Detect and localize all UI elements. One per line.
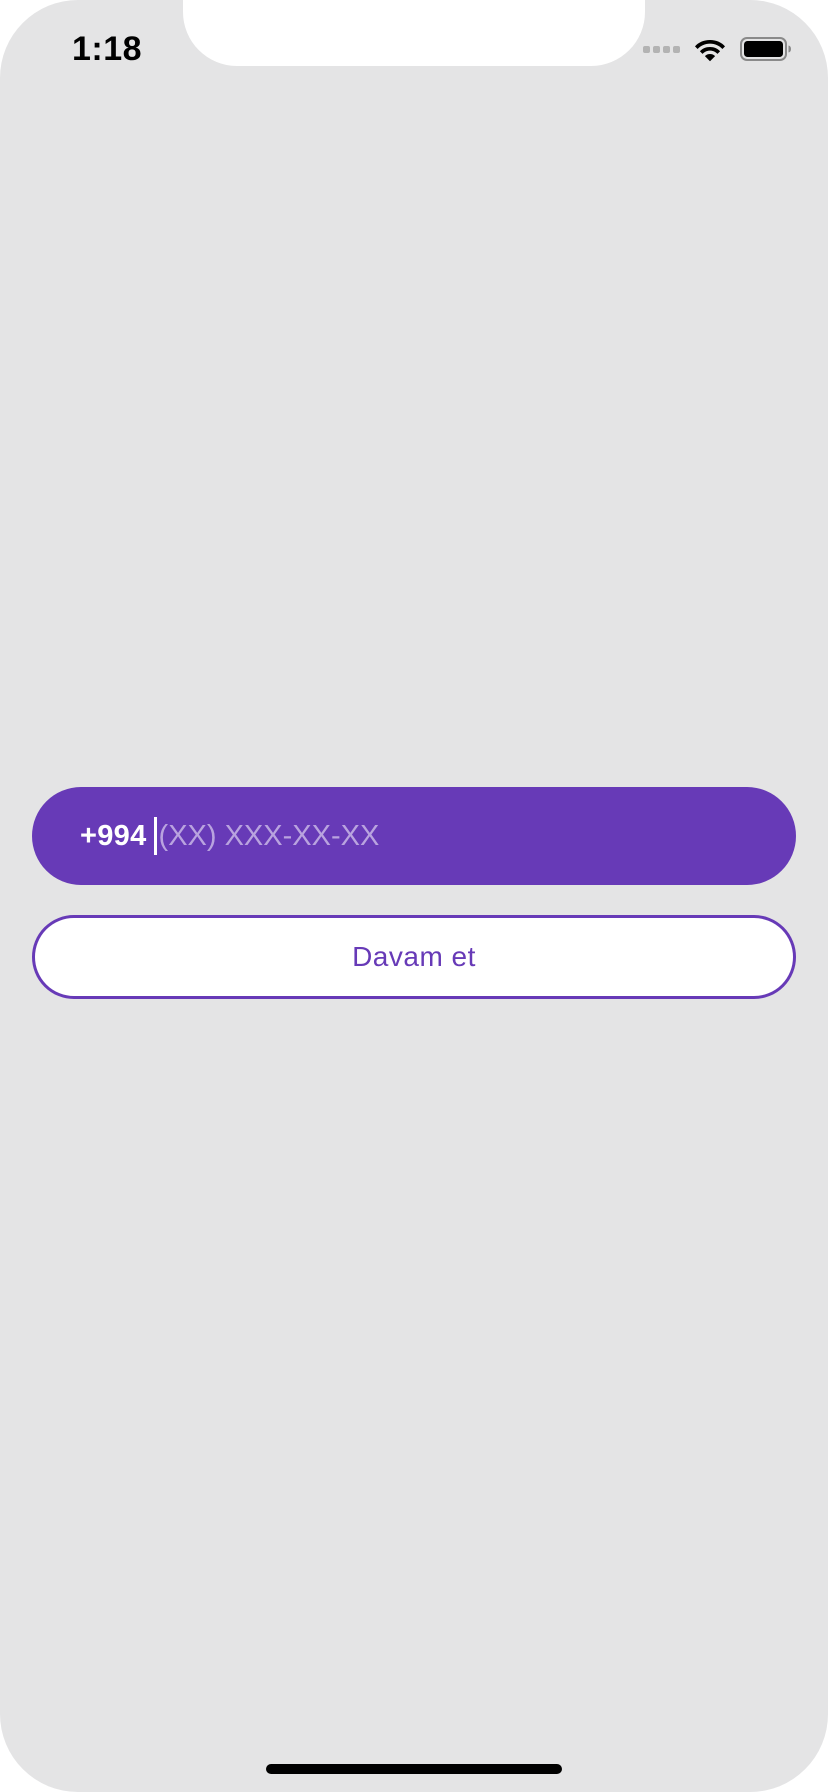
device-notch (183, 0, 645, 66)
status-time: 1:18 (72, 30, 143, 68)
phone-screen: 1:18 +994 Davam et (0, 0, 828, 1792)
country-code-prefix: +994 (80, 819, 147, 852)
phone-number-field[interactable]: +994 (32, 787, 796, 885)
continue-button[interactable]: Davam et (32, 915, 796, 999)
text-cursor (153, 817, 157, 855)
battery-icon (740, 36, 792, 62)
status-icons (643, 34, 792, 64)
cellular-signal-icon (643, 45, 680, 53)
home-indicator (266, 1764, 562, 1774)
phone-number-input[interactable] (158, 819, 639, 853)
wifi-icon (694, 36, 726, 62)
